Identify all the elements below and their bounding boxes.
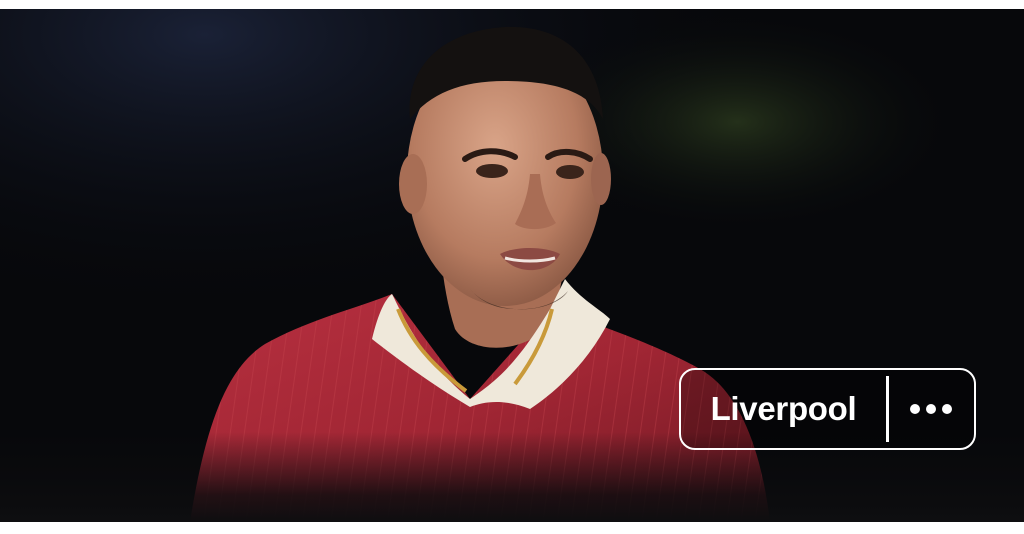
team-chip-label[interactable]: Liverpool [681,390,886,428]
more-horizontal-icon [910,404,953,414]
team-chip[interactable]: Liverpool [679,368,976,450]
media-card: Liverpool [0,9,1024,522]
more-options-button[interactable] [889,370,975,448]
